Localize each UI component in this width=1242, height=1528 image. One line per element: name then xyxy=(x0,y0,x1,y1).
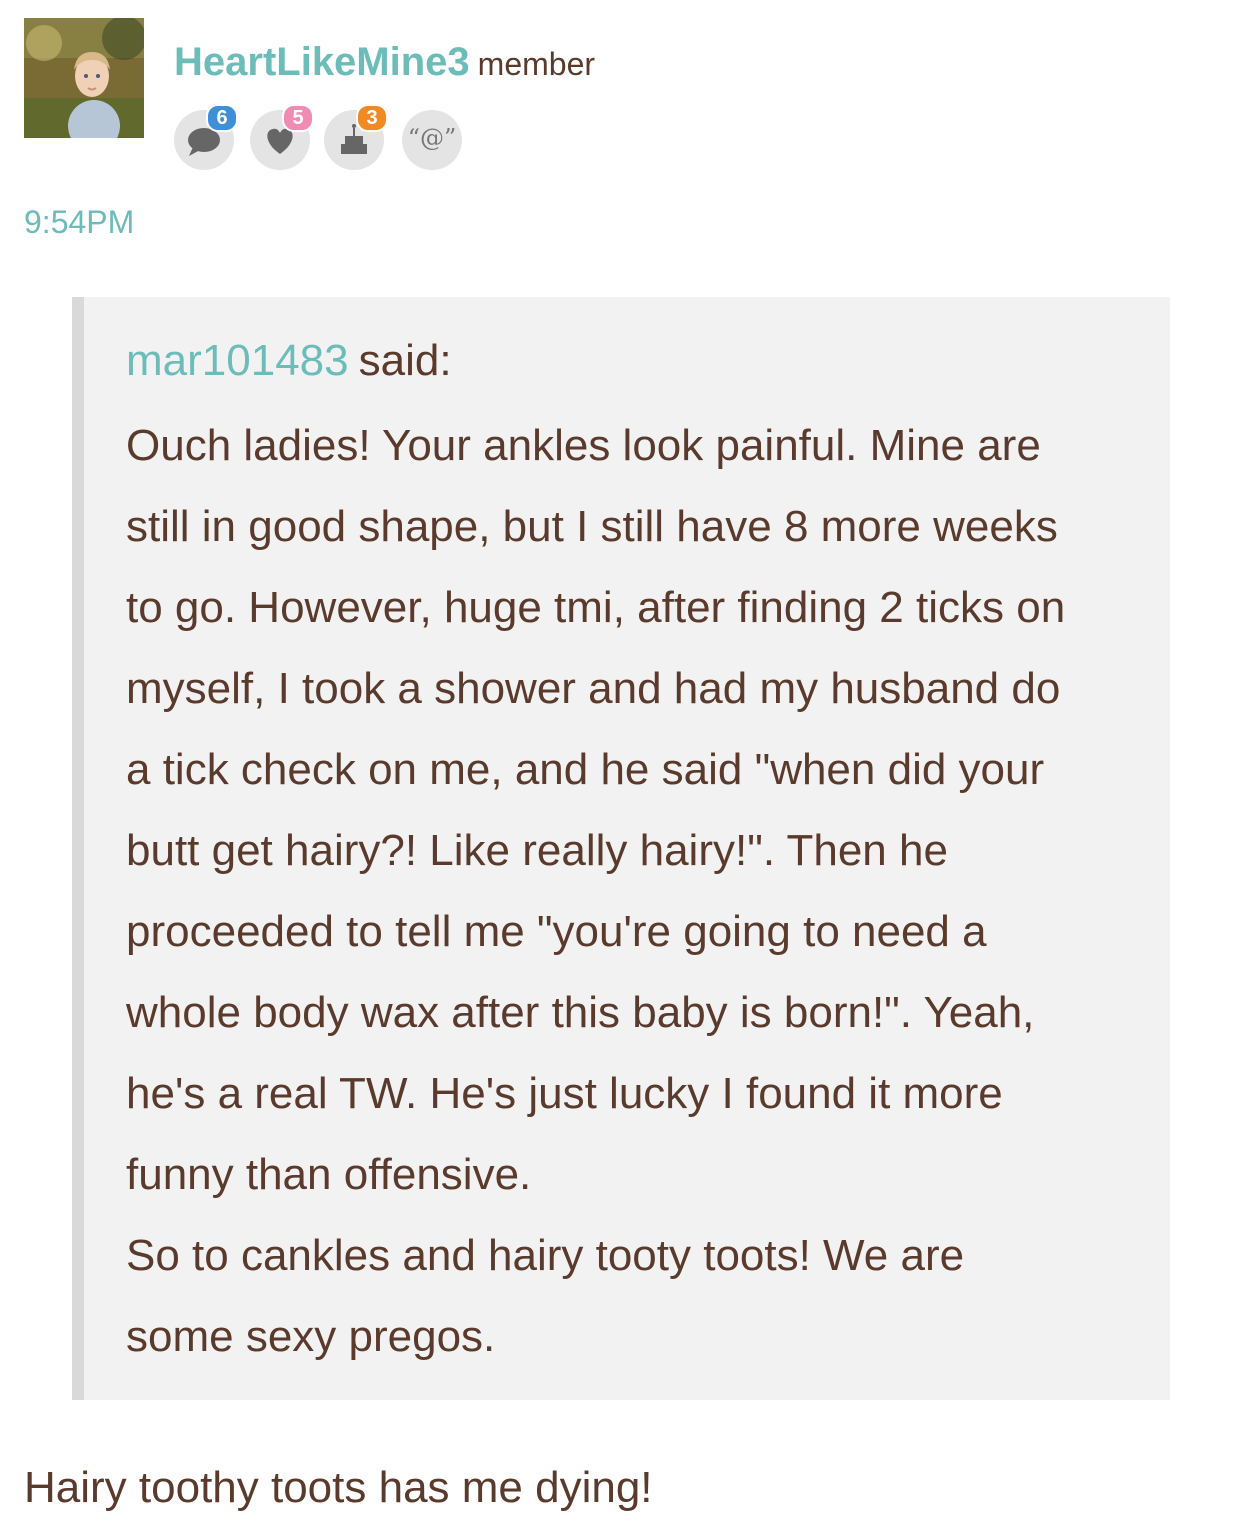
quote-paragraph: Ouch ladies! Your ankles look painful. M… xyxy=(126,421,1066,1199)
quote-block: mar101483 said: Ouch ladies! Your ankles … xyxy=(72,297,1170,1400)
post-author: HeartLikeMine3 member xyxy=(174,38,595,88)
cake-badge[interactable]: 3 xyxy=(324,104,388,170)
cake-count: 3 xyxy=(356,104,388,132)
reply-text: Hairy toothy toots has me dying! xyxy=(24,1463,653,1512)
mention-badge[interactable]: “@” xyxy=(402,110,462,170)
quote-said-label: said: xyxy=(358,336,452,385)
heart-count: 5 xyxy=(282,104,314,132)
post-timestamp: 9:54PM xyxy=(24,204,135,240)
quote-header: mar101483 said: xyxy=(126,333,452,389)
comment-count: 6 xyxy=(206,104,238,132)
forum-post: HeartLikeMine3 member 6 5 3 “@” 9:54PM m… xyxy=(0,0,1242,1528)
member-role: member xyxy=(477,46,596,82)
quote-author-link[interactable]: mar101483 xyxy=(126,336,349,385)
username-link[interactable]: HeartLikeMine3 xyxy=(174,40,470,84)
avatar[interactable] xyxy=(24,18,144,138)
avatar-photo xyxy=(24,18,144,138)
mention-icon: “@” xyxy=(407,124,457,152)
comment-badge[interactable]: 6 xyxy=(174,104,238,170)
heart-badge[interactable]: 5 xyxy=(250,104,314,170)
quote-body: Ouch ladies! Your ankles look painful. M… xyxy=(126,405,1166,1377)
quote-paragraph: So to cankles and hairy tooty toots! We … xyxy=(126,1231,965,1361)
